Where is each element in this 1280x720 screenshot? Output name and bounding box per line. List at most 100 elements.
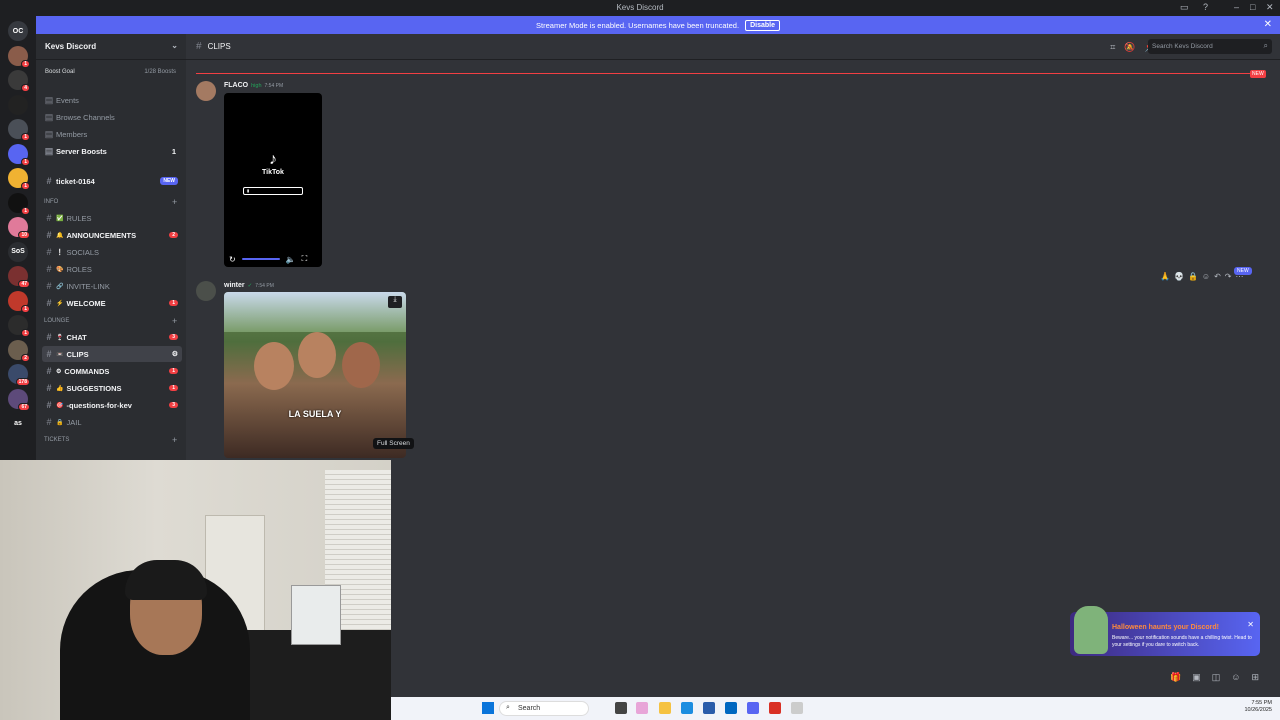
message-actions: 🙏 💀 🔒 ☺ ↶ ↷ ⋯ [1160,272,1243,281]
store-icon[interactable] [703,702,715,714]
windows-start-icon[interactable] [482,702,494,714]
channel-name: ROLES [66,264,92,274]
new-messages-divider [196,73,1258,74]
server-icon[interactable]: 2 [8,339,30,362]
notes-icon[interactable] [791,702,803,714]
server-header[interactable]: Kevs Discord ⌄ [36,34,186,60]
search-input[interactable]: Search Kevs Discord ⌕ [1148,39,1272,54]
sidebar-menu-item[interactable]: ▤ Browse Channels [42,109,182,125]
channel-item[interactable]: # ❕ SOCIALS [42,244,182,260]
settings-icon[interactable]: ⚙ [172,350,178,358]
menu-label: Events [56,95,79,105]
disable-button[interactable]: Disable [745,19,780,31]
server-icon[interactable]: 1 [8,143,30,166]
video-embed[interactable]: ♪ TikTok ▮ ↻ 🔈 ⛶ [224,93,322,267]
explorer-icon[interactable] [659,702,671,714]
maximize-button[interactable]: □ [1250,2,1255,12]
server-icon[interactable]: 1 [8,119,30,141]
channel-item[interactable]: # ⚡ WELCOME 1 [42,295,182,311]
sidebar-menu-item[interactable]: ▤ Events [42,92,182,108]
minimize-button[interactable]: – [1234,2,1239,12]
reaction-icon[interactable]: 🙏 [1160,272,1170,281]
download-icon[interactable]: ⤓ [388,296,402,308]
server-icon[interactable]: 1 [8,192,30,215]
reaction-icon[interactable]: 🔒 [1188,272,1198,281]
channel-item[interactable]: # 🎨 ROLES [42,261,182,277]
help-icon[interactable]: ? [1203,2,1208,12]
gift-icon[interactable]: 🎁 [1170,672,1181,683]
progress-bar[interactable] [241,258,280,260]
server-icon[interactable]: 10 [8,217,30,239]
reply-icon[interactable]: ↶ [1214,272,1221,281]
server-icon[interactable] [8,94,28,115]
add-reaction-icon[interactable]: ☺ [1202,272,1210,281]
server-icon[interactable]: 47 [8,266,30,288]
close-window-button[interactable]: ✕ [1266,2,1274,13]
channel-category[interactable]: Tickets + [44,435,177,445]
server-icon[interactable]: 1 [8,168,30,190]
inbox-icon[interactable]: ▭ [1180,2,1189,13]
channel-item[interactable]: # 🔒 JAIL [42,414,182,430]
channel-category[interactable]: INFO + [44,197,177,207]
channel-item[interactable]: # 📼 CLIPS ⚙ [42,346,182,362]
author-name[interactable]: winter [224,282,245,289]
server-icon[interactable]: 67 [8,388,30,411]
server-icon[interactable]: 1 [8,290,30,313]
server-icon[interactable]: 4 [8,70,30,92]
sidebar-menu-item[interactable]: ▤ Members [42,126,182,142]
sticker-icon[interactable]: ◫ [1212,672,1221,683]
close-icon[interactable]: ✕ [1247,620,1254,629]
server-icon[interactable]: as [8,413,28,433]
channel-item[interactable]: # ✅ RULES [42,210,182,226]
forward-icon[interactable]: ↷ [1225,272,1232,281]
clock[interactable]: 7:55 PM 10/26/2025 [1244,700,1272,714]
server-icon[interactable]: OC [8,21,28,41]
add-channel-icon[interactable]: + [172,197,177,207]
gif-icon[interactable]: ▣ [1192,672,1201,683]
channel-emoji-icon: 🔗 [56,283,64,290]
replay-icon[interactable]: ↻ [229,255,236,264]
server-icon[interactable]: SoS [8,241,28,262]
add-channel-icon[interactable]: + [172,435,177,445]
channel-item[interactable]: # 👍 SUGGESTIONS 1 [42,380,182,396]
server-icon[interactable]: 178 [8,364,30,386]
boost-goal-label: Boost Goal [45,69,75,75]
taskbar-search[interactable]: ⌕ Search [499,701,589,716]
taskview-icon[interactable] [615,702,627,714]
chrome-icon[interactable] [769,702,781,714]
channel-ticket[interactable]: # ticket-0164 NEW [42,173,182,189]
hash-icon: # [46,332,52,342]
apps-icon[interactable]: ⊞ [1251,672,1259,683]
avatar[interactable] [196,81,216,101]
fullscreen-icon[interactable]: ⛶ [302,254,308,264]
volume-icon[interactable]: 🔈 [286,255,296,264]
boost-goal[interactable]: Boost Goal 1/28 Boosts [42,66,180,80]
sidebar-menu-item[interactable]: ▤ Server Boosts 1 [42,143,182,159]
channel-item[interactable]: # 🔗 INVITE-LINK [42,278,182,294]
channel-name: WELCOME [66,298,106,308]
server-icon[interactable]: 1 [8,45,30,68]
edge-icon[interactable] [681,702,693,714]
channel-item[interactable]: # 🍷 CHAT 3 [42,329,182,345]
channel-item[interactable]: # 🔔 ANNOUNCEMENTS 2 [42,227,182,243]
author-name[interactable]: FLACO [224,82,248,89]
copilot-icon[interactable] [636,702,648,714]
halloween-notification[interactable]: Halloween haunts your Discord! Beware...… [1070,606,1260,656]
channel-emoji-icon: 🎯 [56,402,64,409]
channel-item[interactable]: # ⚙ COMMANDS 1 [42,363,182,379]
avatar[interactable] [196,281,216,301]
close-icon[interactable]: ✕ [1264,19,1272,30]
discord-icon[interactable] [747,702,759,714]
channel-category[interactable]: LOUNGE + [44,316,177,326]
reaction-icon[interactable]: 💀 [1174,272,1184,281]
browse-icon: ▤ [44,111,54,122]
notifications-icon[interactable]: 🔕 [1124,42,1135,53]
outlook-icon[interactable] [725,702,737,714]
server-icon[interactable]: 1 [8,315,30,337]
video-embed[interactable]: LA SUELA Y ⤓ [224,292,406,458]
channel-item[interactable]: # 🎯 -questions-for-kev 3 [42,397,182,413]
threads-icon[interactable]: ⌗ [1110,42,1115,53]
add-channel-icon[interactable]: + [172,316,177,326]
emoji-icon[interactable]: ☺ [1231,672,1240,683]
channel-emoji-icon: 🔒 [56,419,64,426]
